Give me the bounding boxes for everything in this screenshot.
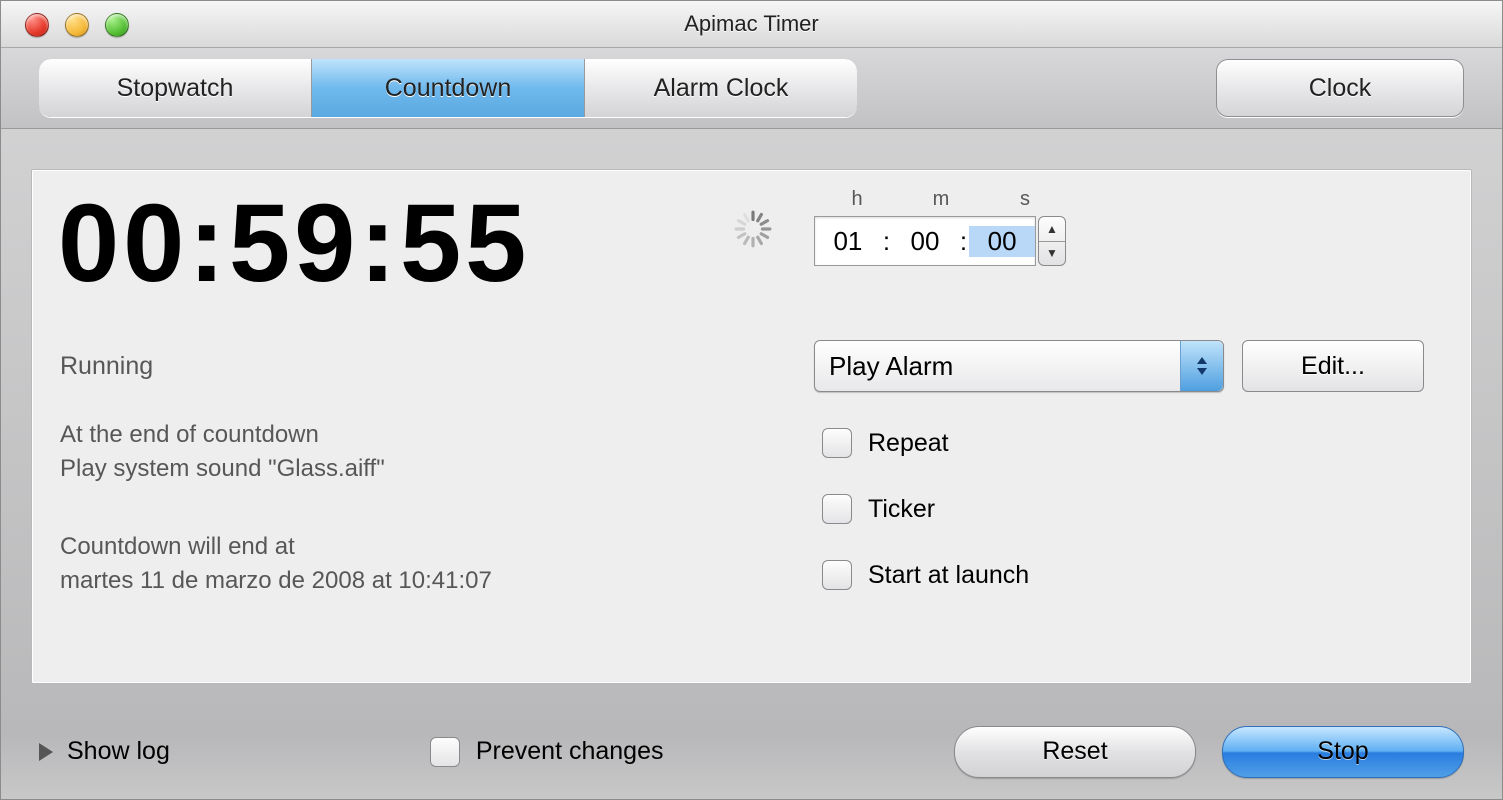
start-at-launch-label: Start at launch	[868, 561, 1029, 590]
titlebar: Apimac Timer	[1, 1, 1502, 48]
reset-button[interactable]: Reset	[954, 726, 1196, 778]
end-action-info: At the end of countdown Play system soun…	[60, 418, 385, 486]
disclosure-triangle-icon	[39, 743, 53, 761]
status-text: Running	[60, 352, 153, 381]
label-minutes: m	[926, 188, 956, 211]
footer: Show log Prevent changes Reset Stop	[1, 704, 1502, 799]
clock-button[interactable]: Clock	[1216, 59, 1464, 117]
ticker-label: Ticker	[868, 495, 935, 524]
content-panel: 00:59:55 Running	[31, 169, 1472, 684]
hms-labels: h m s	[842, 188, 1040, 211]
popup-arrows-icon	[1180, 341, 1223, 391]
alarm-action-popup[interactable]: Play Alarm	[814, 340, 1224, 392]
stepper-up-icon[interactable]: ▲	[1039, 217, 1065, 242]
duration-stepper[interactable]: ▲ ▼	[1038, 216, 1066, 266]
prevent-changes-option[interactable]: Prevent changes	[430, 737, 664, 767]
alarm-action-selected: Play Alarm	[815, 351, 1180, 382]
zoom-icon[interactable]	[105, 13, 129, 37]
prevent-changes-label: Prevent changes	[476, 737, 664, 766]
end-action-line2: Play system sound "Glass.aiff"	[60, 452, 385, 486]
show-log-toggle[interactable]: Show log	[39, 737, 170, 766]
minutes-cell[interactable]: 00	[892, 226, 958, 257]
colon-2: :	[958, 226, 969, 257]
window-title: Apimac Timer	[684, 11, 818, 37]
end-time-line2: martes 11 de marzo de 2008 at 10:41:07	[60, 564, 492, 598]
label-hours: h	[842, 188, 872, 211]
toolbar: Stopwatch Countdown Alarm Clock Clock	[1, 48, 1502, 129]
label-seconds: s	[1010, 188, 1040, 211]
seconds-cell[interactable]: 00	[969, 226, 1035, 257]
stop-button[interactable]: Stop	[1222, 726, 1464, 778]
end-time-info: Countdown will end at martes 11 de marzo…	[60, 530, 492, 598]
stepper-down-icon[interactable]: ▼	[1039, 242, 1065, 266]
spinner-icon	[732, 208, 774, 250]
minimize-icon[interactable]	[65, 13, 89, 37]
start-at-launch-option[interactable]: Start at launch	[822, 560, 1029, 590]
app-window: Apimac Timer Stopwatch Countdown Alarm C…	[0, 0, 1503, 800]
tab-stopwatch[interactable]: Stopwatch	[39, 59, 312, 117]
start-at-launch-checkbox[interactable]	[822, 560, 852, 590]
tab-alarm-clock[interactable]: Alarm Clock	[585, 59, 857, 117]
show-log-label: Show log	[67, 737, 170, 766]
edit-button[interactable]: Edit...	[1242, 340, 1424, 392]
end-action-line1: At the end of countdown	[60, 418, 385, 452]
repeat-label: Repeat	[868, 429, 949, 458]
ticker-option[interactable]: Ticker	[822, 494, 935, 524]
end-time-line1: Countdown will end at	[60, 530, 492, 564]
tab-countdown[interactable]: Countdown	[312, 59, 585, 117]
prevent-changes-checkbox[interactable]	[430, 737, 460, 767]
colon-1: :	[881, 226, 892, 257]
duration-field[interactable]: 01 : 00 : 00	[814, 216, 1036, 266]
repeat-option[interactable]: Repeat	[822, 428, 949, 458]
ticker-checkbox[interactable]	[822, 494, 852, 524]
repeat-checkbox[interactable]	[822, 428, 852, 458]
traffic-lights	[25, 13, 129, 37]
hours-cell[interactable]: 01	[815, 226, 881, 257]
mode-tabs: Stopwatch Countdown Alarm Clock	[39, 59, 857, 117]
close-icon[interactable]	[25, 13, 49, 37]
countdown-display: 00:59:55	[58, 180, 530, 307]
